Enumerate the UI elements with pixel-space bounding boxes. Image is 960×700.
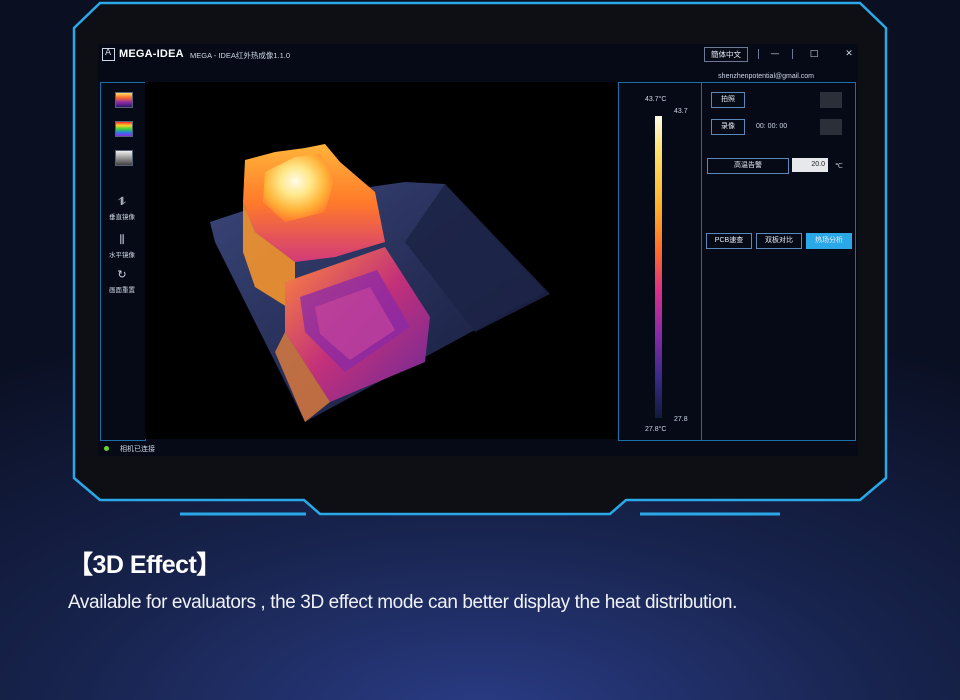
logo-icon: A xyxy=(102,48,115,61)
control-panel xyxy=(701,82,856,441)
caption-description: Available for evaluators , the 3D effect… xyxy=(68,592,737,613)
maximize-button[interactable]: □ xyxy=(807,47,821,61)
vertical-mirror-button[interactable]: ⥮ 垂直镜像 xyxy=(104,195,140,222)
reset-view-icon: ↻ xyxy=(117,268,127,281)
high-temp-alarm-button[interactable]: 高温告警 xyxy=(707,158,789,174)
vertical-mirror-label: 垂直镜像 xyxy=(109,214,135,221)
temperature-scale-bar xyxy=(655,116,662,418)
horizontal-mirror-button[interactable]: ⫼ 水平镜像 xyxy=(104,233,140,260)
status-text: 相机已连接 xyxy=(120,446,155,453)
title-bar: A MEGA-IDEA MEGA - IDEA红外热成像1.1.0 簡体中文 —… xyxy=(98,44,858,66)
scale-min-value: 27.8 xyxy=(674,416,688,423)
record-button[interactable]: 录像 xyxy=(711,119,745,135)
scale-max-header: 43.7°C xyxy=(645,96,667,103)
alarm-unit: ℃ xyxy=(835,163,843,170)
language-button[interactable]: 簡体中文 xyxy=(704,47,748,62)
reset-view-button[interactable]: ↻ 画面重置 xyxy=(104,268,140,295)
rainbow-palette-icon[interactable] xyxy=(115,121,133,137)
record-timer: 00: 00: 00 xyxy=(756,123,788,130)
capture-preview xyxy=(820,92,842,108)
app-window: A MEGA-IDEA MEGA - IDEA红外热成像1.1.0 簡体中文 —… xyxy=(98,44,858,456)
horizontal-mirror-icon: ⫼ xyxy=(119,233,125,246)
horizontal-mirror-label: 水平镜像 xyxy=(109,252,135,259)
alarm-threshold-input[interactable]: 20.0 xyxy=(792,158,828,172)
close-button[interactable]: ✕ xyxy=(842,47,856,61)
vertical-mirror-icon: ⥮ xyxy=(118,195,126,208)
minimize-button[interactable]: — xyxy=(768,47,782,61)
record-preview xyxy=(820,119,842,135)
app-title: MEGA - IDEA红外热成像1.1.0 xyxy=(190,51,291,60)
scale-max-value: 43.7 xyxy=(674,108,688,115)
dual-board-compare-button[interactable]: 双板对比 xyxy=(756,233,802,249)
pcb-quick-check-button[interactable]: PCB速查 xyxy=(706,233,752,249)
status-dot-icon xyxy=(104,446,109,451)
thermal-3d-view[interactable] xyxy=(145,82,617,439)
logo-text: MEGA-IDEA xyxy=(119,48,184,60)
thermal-field-analysis-button[interactable]: 热场分析 xyxy=(806,233,852,249)
connection-status: 相机已连接 xyxy=(104,444,155,454)
grayscale-palette-icon[interactable] xyxy=(115,150,133,166)
title-separator xyxy=(758,49,759,59)
title-separator xyxy=(792,49,793,59)
account-email: shenzhenpotential@gmail.com xyxy=(718,73,814,80)
iron-palette-icon[interactable] xyxy=(115,92,133,108)
capture-button[interactable]: 拍照 xyxy=(711,92,745,108)
reset-view-label: 画面重置 xyxy=(109,287,135,294)
caption-title: 【3D Effect】 xyxy=(68,551,221,579)
scale-min-footer: 27.8°C xyxy=(645,426,667,433)
thermal-3d-render xyxy=(210,144,550,422)
